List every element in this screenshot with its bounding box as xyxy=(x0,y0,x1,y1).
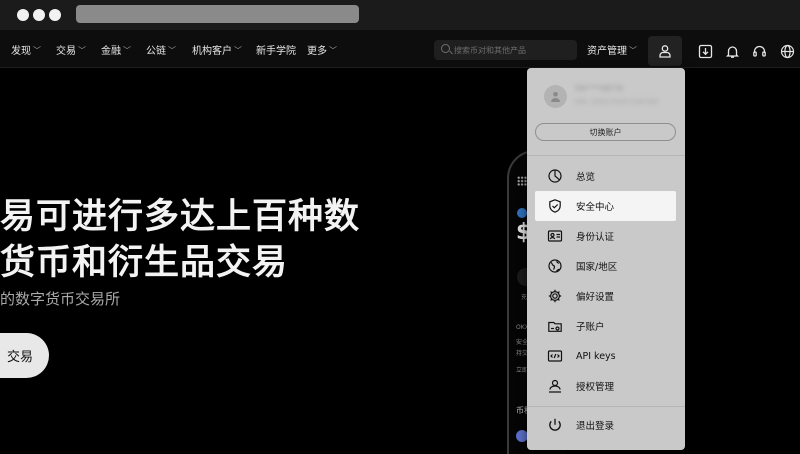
nav-label: 资产管理 xyxy=(587,46,627,57)
chevron-down-icon: ﹀ xyxy=(629,46,637,55)
nav-item-academy[interactable]: 新手学院 xyxy=(256,42,296,57)
nav-item-assets[interactable]: 资产管理 ﹀ xyxy=(587,42,637,57)
support-button[interactable] xyxy=(748,40,770,62)
chevron-down-icon: ﹀ xyxy=(234,46,242,55)
nav-label: 新手学院 xyxy=(256,46,296,57)
menu-item-label: 安全中心 xyxy=(576,202,615,213)
coin-logo-icon xyxy=(517,208,527,218)
nav-item-institutional[interactable]: 机构客户 ﹀ xyxy=(192,42,242,57)
download-button[interactable] xyxy=(694,40,716,62)
menu-item-label: 授权管理 xyxy=(576,382,615,393)
browser-chrome xyxy=(0,0,800,30)
menu-divider xyxy=(527,155,685,156)
nav-label: 金融 xyxy=(101,46,121,57)
window-minimize-dot[interactable] xyxy=(33,9,45,21)
gear-icon xyxy=(547,288,563,304)
start-trading-button[interactable]: 交易 xyxy=(0,333,49,378)
search-input[interactable] xyxy=(454,43,572,57)
chevron-down-icon: ﹀ xyxy=(33,46,41,55)
hero-title-line2: 货币和衍生品交易 xyxy=(0,243,289,283)
menu-item-label: 子账户 xyxy=(576,322,605,333)
download-icon xyxy=(698,44,712,58)
search-icon xyxy=(441,44,450,53)
hero-subtitle: 的数字货币交易所 xyxy=(0,290,121,308)
language-button[interactable] xyxy=(776,40,798,62)
menu-divider xyxy=(527,406,685,407)
menu-item-label: 偏好设置 xyxy=(576,292,615,303)
menu-item-label: 退出登录 xyxy=(576,421,615,432)
menu-item-verification[interactable]: 身份认证 xyxy=(535,221,676,251)
menu-item-label: 国家/地区 xyxy=(576,262,618,273)
nav-item-discover[interactable]: 发现 ﹀ xyxy=(11,42,41,57)
chevron-down-icon: ﹀ xyxy=(123,46,131,55)
bell-icon xyxy=(725,45,739,58)
globe-icon xyxy=(780,44,794,58)
address-bar[interactable] xyxy=(76,5,359,23)
nav-item-finance[interactable]: 金融 ﹀ xyxy=(101,42,131,57)
nav-label: 更多 xyxy=(307,46,327,57)
avatar xyxy=(544,85,567,108)
apps-grid-icon xyxy=(517,176,527,186)
menu-item-label: 总览 xyxy=(576,172,596,183)
menu-item-region[interactable]: 国家/地区 xyxy=(535,251,676,281)
menu-item-security-center[interactable]: 安全中心 xyxy=(535,191,676,221)
nav-label: 公链 xyxy=(146,46,166,57)
search-box[interactable] xyxy=(434,40,577,60)
chevron-down-icon: ﹀ xyxy=(168,46,176,55)
notifications-button[interactable] xyxy=(721,40,743,62)
headset-icon xyxy=(752,45,766,57)
shield-check-icon xyxy=(547,198,563,214)
switch-account-button[interactable]: 切换账户 xyxy=(535,123,676,141)
authorization-icon xyxy=(547,378,563,394)
globe-region-icon xyxy=(547,258,563,274)
id-card-icon xyxy=(547,228,563,244)
chevron-down-icon: ﹀ xyxy=(78,46,86,55)
menu-item-preferences[interactable]: 偏好设置 xyxy=(535,281,676,311)
user-icon xyxy=(659,45,671,58)
user-button[interactable] xyxy=(648,36,682,66)
menu-item-logout[interactable]: 退出登录 xyxy=(535,410,676,440)
menu-item-label: API keys xyxy=(576,350,616,362)
account-name: TAF***WETA xyxy=(574,84,624,93)
nav-label: 发现 xyxy=(11,46,31,57)
avatar-user-icon xyxy=(551,92,560,102)
account-uid: UID: 205175327195764 xyxy=(574,98,658,106)
menu-item-api-keys[interactable]: API keys xyxy=(535,341,676,371)
menu-item-authorization[interactable]: 授权管理 xyxy=(535,371,676,401)
account-dropdown: TAF***WETA UID: 205175327195764 切换账户 总览 … xyxy=(527,68,685,450)
sub-account-icon xyxy=(547,318,563,334)
nav-item-more[interactable]: 更多 ﹀ xyxy=(307,42,337,57)
power-icon xyxy=(547,417,563,433)
nav-item-trade[interactable]: 交易 ﹀ xyxy=(56,42,86,57)
pie-chart-icon xyxy=(547,168,563,184)
nav-item-chain[interactable]: 公链 ﹀ xyxy=(146,42,176,57)
hero-title-line1: 易可进行多达上百种数 xyxy=(0,197,361,237)
nav-label: 机构客户 xyxy=(192,46,232,57)
api-key-icon xyxy=(547,348,563,364)
menu-item-sub-accounts[interactable]: 子账户 xyxy=(535,311,676,341)
window-close-dot[interactable] xyxy=(17,9,29,21)
nav-label: 交易 xyxy=(56,46,76,57)
menu-item-label: 身份认证 xyxy=(576,232,615,243)
chevron-down-icon: ﹀ xyxy=(329,46,337,55)
menu-item-overview[interactable]: 总览 xyxy=(535,161,676,191)
window-maximize-dot[interactable] xyxy=(49,9,61,21)
